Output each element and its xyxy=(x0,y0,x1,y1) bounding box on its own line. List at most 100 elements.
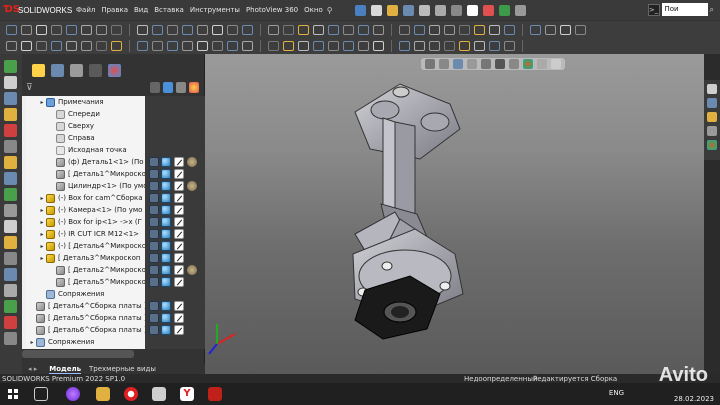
toolbar-command-icon[interactable] xyxy=(212,24,223,35)
appearance-sphere-icon[interactable] xyxy=(161,325,171,335)
side-command-icon[interactable] xyxy=(4,188,17,201)
appearance-sphere-icon[interactable] xyxy=(161,181,171,191)
menu-item-3[interactable]: Вставка xyxy=(154,6,184,14)
hide-show-icon[interactable] xyxy=(149,205,159,215)
toolbar-command-icon[interactable] xyxy=(197,41,208,51)
hide-show-icon[interactable] xyxy=(149,313,159,323)
toolbar-command-icon[interactable] xyxy=(444,24,455,35)
toolbar-command-icon[interactable] xyxy=(268,41,279,51)
display-mode-icon[interactable] xyxy=(174,181,184,191)
horizontal-scrollbar[interactable] xyxy=(22,350,134,358)
hide-show-icon[interactable] xyxy=(149,181,159,191)
display-mode-icon[interactable] xyxy=(174,229,184,239)
toolbar-command-icon[interactable] xyxy=(358,24,369,35)
toolbar-command-icon[interactable] xyxy=(504,24,515,35)
display-mode-icon[interactable] xyxy=(174,277,184,287)
menu-item-0[interactable]: Файл xyxy=(76,6,95,14)
toolbar-command-icon[interactable] xyxy=(66,24,77,35)
graphics-viewport[interactable] xyxy=(205,54,704,374)
toolbar-command-icon[interactable] xyxy=(489,41,500,51)
toolbar-command-icon[interactable] xyxy=(51,24,62,35)
tree-row[interactable]: ▸ Примечания xyxy=(26,96,145,108)
expand-arrow-icon[interactable]: ▸ xyxy=(28,339,36,346)
tree-row[interactable]: [ Деталь6^Сборка платы ]< xyxy=(26,324,145,336)
toolbar-command-icon[interactable] xyxy=(197,24,208,35)
select-cursor-icon[interactable] xyxy=(466,4,478,16)
side-command-icon[interactable] xyxy=(4,92,17,105)
toolbar-command-icon[interactable] xyxy=(212,41,223,51)
menu-item-5[interactable]: PhotoView 360 xyxy=(246,6,298,14)
appearance-sphere-icon[interactable] xyxy=(161,205,171,215)
pin-icon[interactable]: ⚲ xyxy=(327,6,333,15)
display-mode-column-icon[interactable] xyxy=(176,82,186,93)
property-manager-tab-icon[interactable] xyxy=(51,63,64,77)
tree-row[interactable]: Исходная точка xyxy=(26,144,145,156)
toolbar-command-icon[interactable] xyxy=(328,24,339,35)
toolbar-command-icon[interactable] xyxy=(36,24,47,35)
color-swatch-icon[interactable] xyxy=(187,265,197,275)
toolbar-command-icon[interactable] xyxy=(182,24,193,35)
appearance-sphere-icon[interactable] xyxy=(161,193,171,203)
display-mode-icon[interactable] xyxy=(174,313,184,323)
toolbar-command-icon[interactable] xyxy=(504,41,515,51)
tree-row[interactable]: Цилиндр<1> (По умол xyxy=(26,180,145,192)
side-command-icon[interactable] xyxy=(4,268,17,281)
toolbar-command-icon[interactable] xyxy=(399,24,410,35)
hide-show-icon[interactable] xyxy=(149,325,159,335)
appearance-sphere-icon[interactable] xyxy=(161,241,171,251)
tree-row[interactable]: ▸ (-) IR CUT ICR M12<1> xyxy=(26,228,145,240)
toolbar-command-icon[interactable] xyxy=(167,24,178,35)
toolbar-command-icon[interactable] xyxy=(313,41,324,51)
hide-show-icon[interactable] xyxy=(149,241,159,251)
tree-row[interactable]: [ Деталь2^Микроскоп xyxy=(26,264,145,276)
assembly-model-render[interactable] xyxy=(205,54,704,374)
display-mode-icon[interactable] xyxy=(174,157,184,167)
toolbar-command-icon[interactable] xyxy=(343,41,354,51)
toolbar-command-icon[interactable] xyxy=(373,24,384,35)
toolbar-command-icon[interactable] xyxy=(459,41,470,51)
toolbar-command-icon[interactable] xyxy=(36,41,47,51)
side-command-icon[interactable] xyxy=(4,156,17,169)
side-command-icon[interactable] xyxy=(4,332,17,345)
toolbar-command-icon[interactable] xyxy=(358,41,369,51)
display-mode-icon[interactable] xyxy=(174,241,184,251)
tree-row[interactable]: Сопряжения xyxy=(26,288,145,300)
expand-arrow-icon[interactable]: ▸ xyxy=(38,207,46,214)
tab-3d-views[interactable]: Трехмерные виды xyxy=(89,365,156,373)
toolbar-command-icon[interactable] xyxy=(399,41,410,51)
display-mode-icon[interactable] xyxy=(174,301,184,311)
display-mode-icon[interactable] xyxy=(174,193,184,203)
tree-row[interactable]: ▸ [ Деталь3^Микроскоп xyxy=(26,252,145,264)
hide-show-icon[interactable] xyxy=(149,157,159,167)
tree-row[interactable]: ▸ (-) Box for cam^Сборка xyxy=(26,192,145,204)
hide-show-icon[interactable] xyxy=(149,169,159,179)
menu-item-1[interactable]: Правка xyxy=(101,6,128,14)
tab-model[interactable]: Модель xyxy=(49,365,81,374)
tree-row[interactable]: Спереди xyxy=(26,108,145,120)
file-explorer-taskbar-icon[interactable] xyxy=(96,387,110,401)
toolbar-command-icon[interactable] xyxy=(137,24,148,35)
toolbar-command-icon[interactable] xyxy=(111,41,122,51)
toolbar-command-icon[interactable] xyxy=(414,24,425,35)
tree-row[interactable]: [ Деталь5^Микроскоп xyxy=(26,276,145,288)
expand-arrow-icon[interactable]: ▸ xyxy=(38,243,46,250)
design-library-icon[interactable] xyxy=(707,98,717,108)
appearance-sphere-icon[interactable] xyxy=(161,229,171,239)
tree-row[interactable]: (ф) Деталь1<1> (По ум xyxy=(26,156,145,168)
toolbar-command-icon[interactable] xyxy=(444,41,455,51)
expand-arrow-icon[interactable]: ▸ xyxy=(38,231,46,238)
tree-row[interactable]: ▸ Сопряжения xyxy=(26,336,145,348)
side-command-icon[interactable] xyxy=(4,300,17,313)
hide-show-icon[interactable] xyxy=(149,301,159,311)
appearance-sphere-icon[interactable] xyxy=(161,157,171,167)
tray-date[interactable]: 28.02.2023 xyxy=(674,395,714,403)
toolbar-command-icon[interactable] xyxy=(242,41,253,51)
display-mode-icon[interactable] xyxy=(174,265,184,275)
tree-row[interactable]: Сверху xyxy=(26,120,145,132)
configuration-manager-tab-icon[interactable] xyxy=(70,63,83,77)
tree-row[interactable]: [ Деталь1^Микроскоп xyxy=(26,168,145,180)
side-command-icon[interactable] xyxy=(4,172,17,185)
print-icon[interactable] xyxy=(418,4,430,16)
appearance-sphere-icon[interactable] xyxy=(161,313,171,323)
toolbar-command-icon[interactable] xyxy=(167,41,178,51)
